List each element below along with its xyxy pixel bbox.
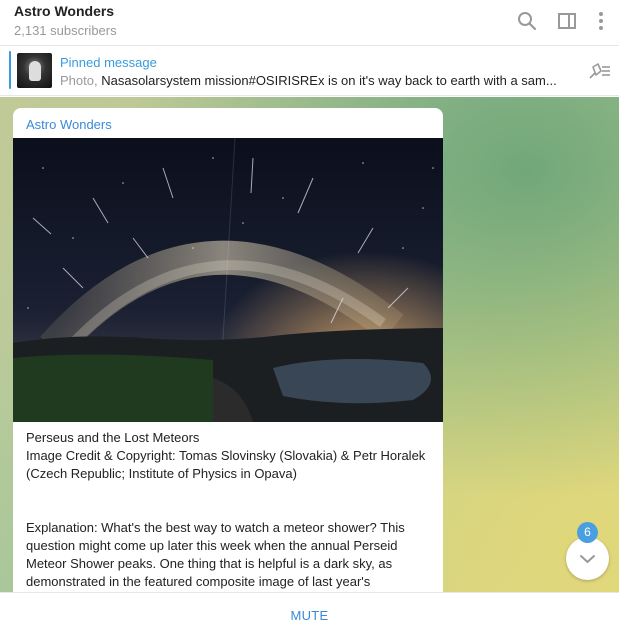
sidebar-toggle-icon[interactable] [555, 9, 579, 33]
pinned-preview: Photo, Nasasolarsystem mission#OSIRISREx… [60, 73, 565, 88]
subscriber-count: 2,131 subscribers [14, 23, 117, 38]
chat-header: Astro Wonders 2,131 subscribers [0, 0, 619, 46]
chat-area[interactable]: Astro Wonders Perseus and the Lost Meteo… [0, 97, 619, 592]
caption-title: Perseus and the Lost Meteors [26, 430, 200, 445]
message-bubble[interactable]: Astro Wonders Perseus and the Lost Meteo… [13, 108, 443, 592]
caption-credit: Image Credit & Copyright: Tomas Slovinsk… [26, 448, 426, 481]
chevron-down-icon [580, 555, 595, 563]
scroll-to-bottom-button[interactable] [566, 537, 609, 580]
message-photo[interactable] [13, 138, 443, 422]
footer-bar: MUTE [0, 592, 619, 632]
pinned-message-bar[interactable]: Pinned message Photo, Nasasolarsystem mi… [0, 47, 619, 96]
channel-title[interactable]: Astro Wonders [14, 3, 114, 19]
unread-count-badge: 6 [577, 522, 598, 543]
more-vertical-icon[interactable] [589, 9, 613, 33]
message-channel-name[interactable]: Astro Wonders [26, 117, 112, 132]
search-icon[interactable] [515, 9, 539, 33]
pinned-type: Photo, [60, 73, 98, 88]
mute-button[interactable]: MUTE [0, 593, 619, 632]
pinned-text: Nasasolarsystem mission#OSIRISREx is on … [101, 73, 557, 88]
pinned-indicator [9, 51, 11, 89]
message-caption: Perseus and the Lost Meteors Image Credi… [26, 429, 436, 591]
caption-explanation: Explanation: What's the best way to watc… [26, 520, 405, 589]
unpin-icon[interactable] [587, 61, 611, 81]
pinned-label: Pinned message [60, 55, 157, 70]
pinned-thumbnail [17, 53, 52, 88]
